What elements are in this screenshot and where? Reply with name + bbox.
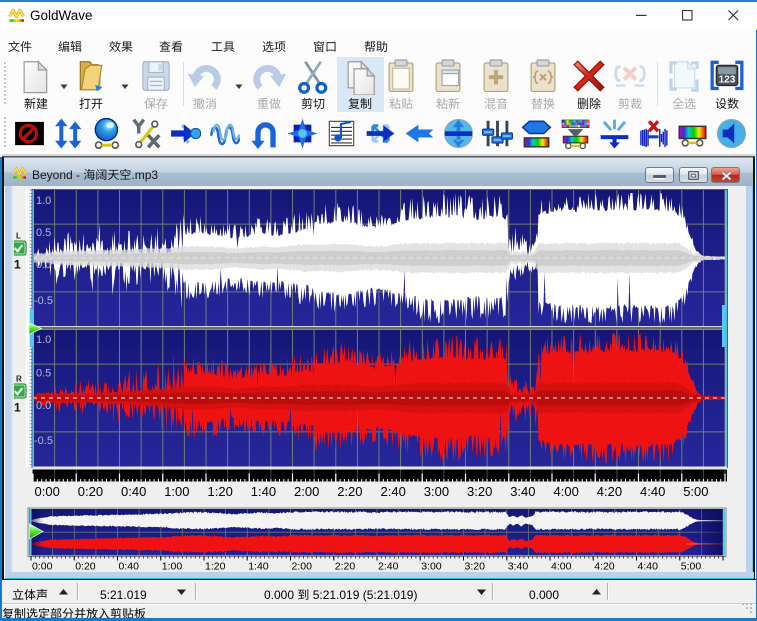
svg-text:3:40: 3:40 (510, 484, 535, 499)
svg-text:0.5: 0.5 (36, 227, 51, 239)
svg-text:1:40: 1:40 (251, 484, 276, 499)
svg-text:3:20: 3:20 (467, 484, 492, 499)
svg-text:123: 123 (719, 74, 736, 85)
svg-text:R: R (16, 375, 22, 384)
svg-text:5:00: 5:00 (683, 484, 708, 499)
svg-text:0.0: 0.0 (36, 259, 51, 271)
svg-text:1.0: 1.0 (36, 195, 51, 207)
svg-text:1:20: 1:20 (208, 484, 233, 499)
svg-text:L: L (16, 232, 21, 241)
svg-text:-0.5: -0.5 (34, 295, 53, 307)
svg-text:0:20: 0:20 (78, 484, 103, 499)
svg-text:0:00: 0:00 (35, 484, 60, 499)
svg-text:1: 1 (14, 258, 21, 272)
svg-text:4:00: 4:00 (554, 484, 579, 499)
svg-text:1.0: 1.0 (36, 334, 51, 346)
svg-text:2:20: 2:20 (337, 484, 362, 499)
svg-text:3:00: 3:00 (424, 484, 449, 499)
svg-text:2:40: 2:40 (381, 484, 406, 499)
svg-text:0:40: 0:40 (121, 484, 146, 499)
svg-text:4:20: 4:20 (597, 484, 622, 499)
svg-text:2:00: 2:00 (294, 484, 319, 499)
svg-text:1: 1 (14, 401, 21, 415)
svg-text:0.5: 0.5 (36, 368, 51, 380)
svg-text:0.0: 0.0 (36, 400, 51, 412)
svg-text:1:00: 1:00 (164, 484, 189, 499)
svg-text:4:40: 4:40 (640, 484, 665, 499)
svg-text:-0.5: -0.5 (34, 435, 53, 447)
